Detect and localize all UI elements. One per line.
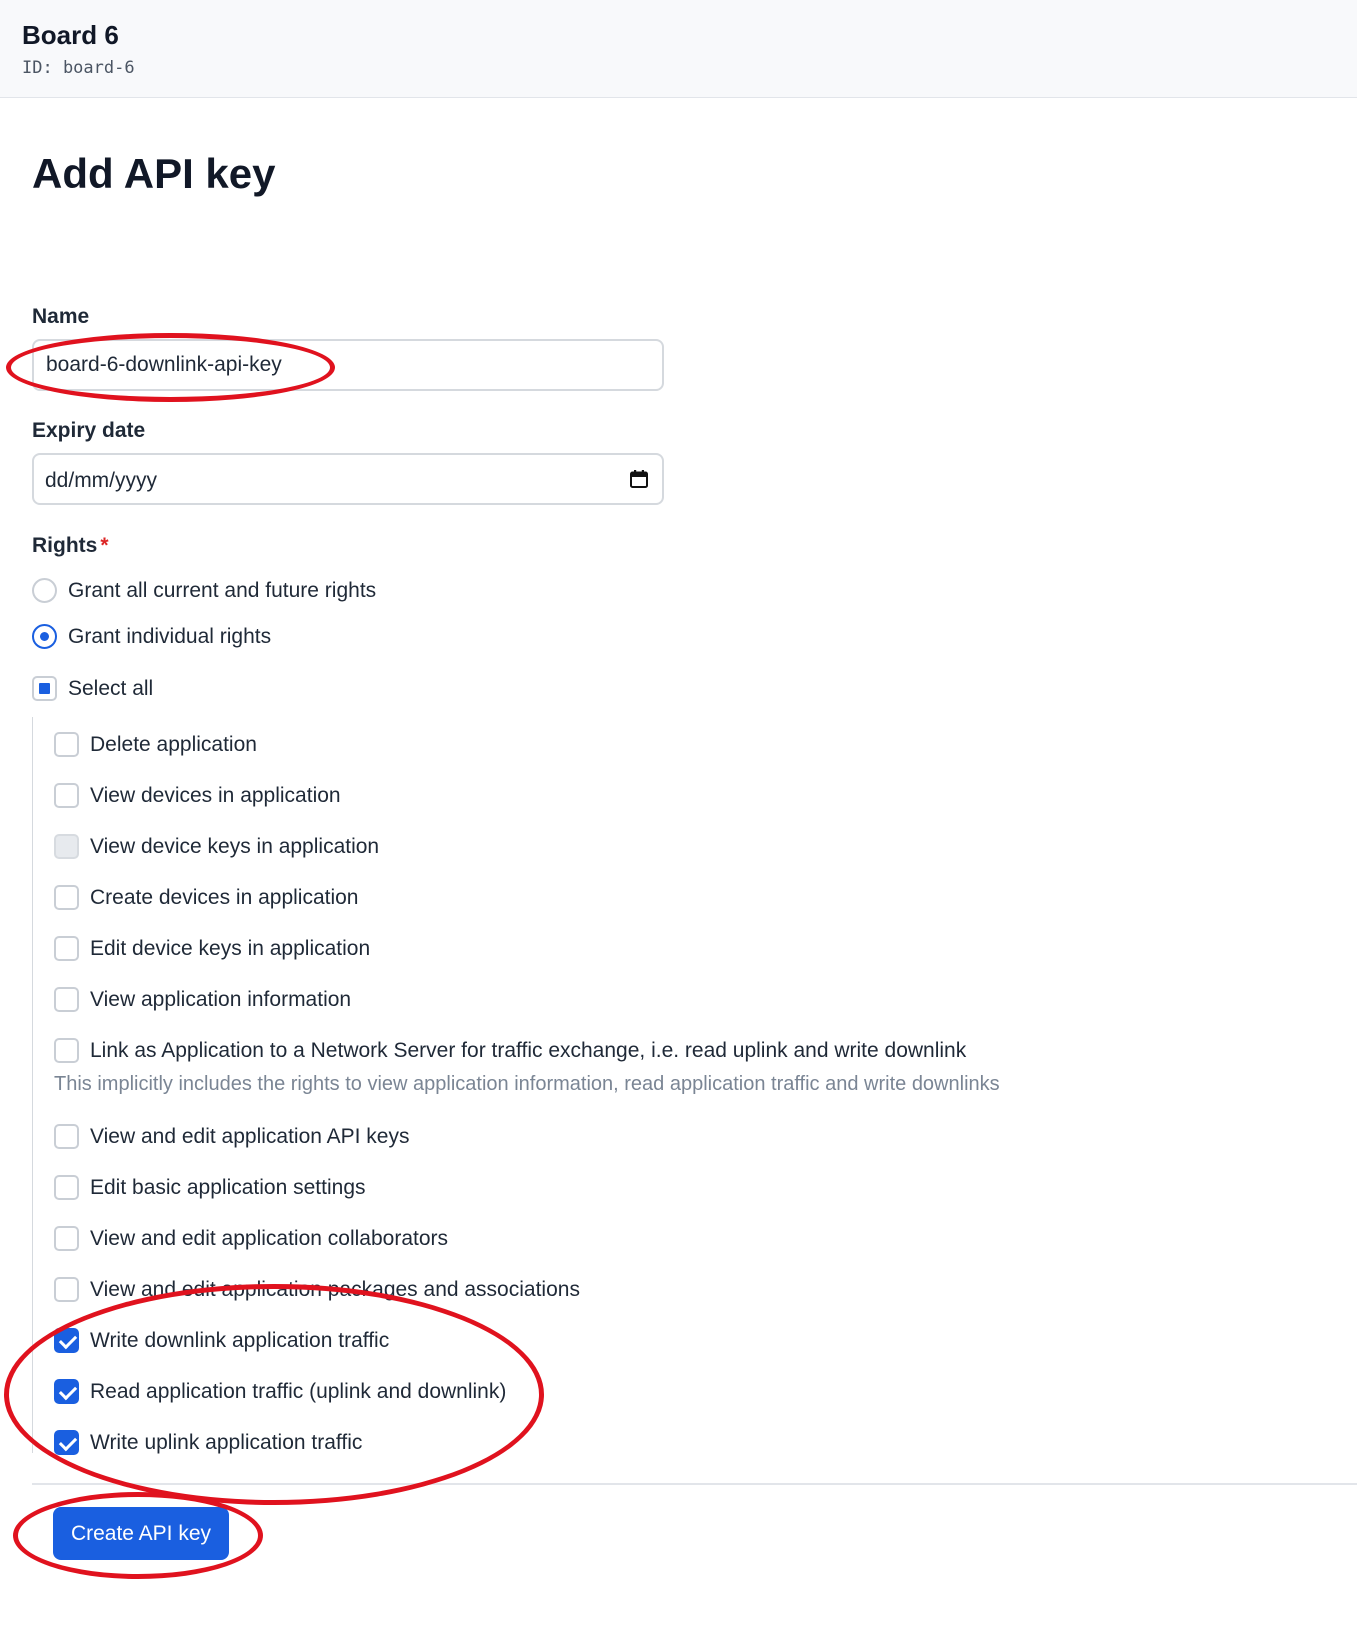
required-indicator: * bbox=[100, 534, 109, 557]
expiry-date-label: Expiry date bbox=[32, 419, 146, 442]
right-label-view-edit-api-keys: View and edit application API keys bbox=[90, 1125, 410, 1148]
right-label-view-devices: View devices in application bbox=[90, 784, 341, 807]
right-label-view-application-info: View application information bbox=[90, 988, 352, 1011]
right-checkbox-view-edit-collaborators[interactable] bbox=[54, 1226, 79, 1251]
create-api-key-button[interactable]: Create API key bbox=[53, 1507, 229, 1560]
right-checkbox-view-application-info[interactable] bbox=[54, 987, 79, 1012]
rights-group-rail bbox=[32, 717, 33, 1453]
right-label-read-traffic: Read application traffic (uplink and dow… bbox=[90, 1380, 507, 1403]
right-checkbox-view-edit-packages[interactable] bbox=[54, 1277, 79, 1302]
grant-all-rights-label: Grant all current and future rights bbox=[68, 579, 377, 602]
right-checkbox-edit-basic-settings[interactable] bbox=[54, 1175, 79, 1200]
right-label-delete-application: Delete application bbox=[90, 733, 257, 756]
right-label-edit-basic-settings: Edit basic application settings bbox=[90, 1176, 366, 1199]
right-label-edit-device-keys: Edit device keys in application bbox=[90, 937, 371, 960]
calendar-icon[interactable] bbox=[629, 469, 649, 489]
right-checkbox-edit-device-keys[interactable] bbox=[54, 936, 79, 961]
grant-all-rights-radio[interactable] bbox=[32, 578, 57, 603]
right-label-link-network-server: Link as Application to a Network Server … bbox=[90, 1039, 967, 1062]
link-right-hint: This implicitly includes the rights to v… bbox=[54, 1073, 1000, 1095]
right-label-write-downlink: Write downlink application traffic bbox=[90, 1329, 390, 1352]
app-header: Board 6 ID: board-6 bbox=[0, 0, 1357, 98]
grant-individual-rights-radio[interactable] bbox=[32, 624, 57, 649]
expiry-date-input[interactable] bbox=[32, 453, 664, 505]
select-all-label: Select all bbox=[68, 677, 154, 700]
app-id: ID: board-6 bbox=[22, 58, 135, 78]
grant-individual-rights-label: Grant individual rights bbox=[68, 625, 272, 648]
right-checkbox-view-device-keys[interactable] bbox=[54, 834, 79, 859]
right-checkbox-delete-application[interactable] bbox=[54, 732, 79, 757]
rights-label: Rights * bbox=[32, 534, 109, 557]
right-checkbox-write-downlink[interactable] bbox=[54, 1328, 79, 1353]
right-label-view-device-keys: View device keys in application bbox=[90, 835, 380, 858]
right-checkbox-link-network-server[interactable] bbox=[54, 1038, 79, 1063]
right-checkbox-write-uplink[interactable] bbox=[54, 1430, 79, 1455]
page-title: Add API key bbox=[32, 150, 276, 197]
right-checkbox-read-traffic[interactable] bbox=[54, 1379, 79, 1404]
name-input[interactable] bbox=[32, 339, 664, 391]
right-checkbox-view-edit-api-keys[interactable] bbox=[54, 1124, 79, 1149]
name-label: Name bbox=[32, 305, 90, 328]
right-checkbox-view-devices[interactable] bbox=[54, 783, 79, 808]
right-checkbox-create-devices[interactable] bbox=[54, 885, 79, 910]
app-title: Board 6 bbox=[22, 20, 119, 50]
right-label-write-uplink: Write uplink application traffic bbox=[90, 1431, 363, 1454]
right-label-view-edit-collaborators: View and edit application collaborators bbox=[90, 1227, 449, 1250]
right-label-view-edit-packages: View and edit application packages and a… bbox=[90, 1278, 580, 1301]
right-label-create-devices: Create devices in application bbox=[90, 886, 359, 909]
form-footer-divider bbox=[32, 1483, 1357, 1485]
select-all-checkbox[interactable] bbox=[32, 676, 57, 701]
